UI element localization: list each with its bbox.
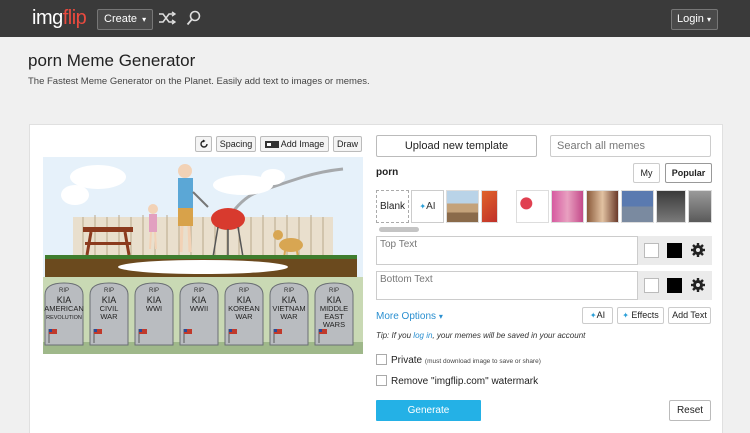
tombstone-inscription: WAR [235, 312, 253, 321]
tombstone-rip-label: RIP [149, 288, 159, 294]
private-checkbox-row[interactable]: Private (must download image to save or … [376, 354, 541, 366]
tombstone-inscription: WWII [190, 304, 208, 313]
spacing-button[interactable]: Spacing [216, 136, 256, 152]
meme-canvas[interactable]: RIP KIA AMERICAN REVOLUTION RIP KIA CIVIL WAR RI… [43, 157, 363, 354]
tombstone: RIPKIAVIETNAMWAR [269, 282, 309, 346]
template-thumbnail[interactable] [481, 190, 498, 223]
template-thumbnail[interactable] [656, 190, 686, 223]
ai-label: AI [426, 201, 436, 212]
tombstone: RIPKIAAMERICANREVOLUTION [44, 282, 84, 346]
gear-icon[interactable] [690, 277, 706, 293]
generate-button[interactable]: Generate [376, 400, 481, 421]
tombstone: RIPKIAWWII [179, 282, 219, 346]
ai-text-button[interactable]: ✦AI [582, 307, 613, 324]
page-title: porn Meme Generator [28, 51, 196, 70]
tombstone-inscription: WAR [100, 312, 118, 321]
login-tip: Tip: If you log in, your memes will be s… [376, 331, 585, 340]
login-label: Login [677, 13, 704, 25]
blank-template-button[interactable]: Blank [376, 190, 409, 223]
chevron-down-icon: ▾ [706, 15, 711, 24]
tombstone-inscription: REVOLUTION [46, 315, 82, 321]
text-color-swatch[interactable] [644, 243, 659, 258]
reset-button[interactable]: Reset [669, 400, 711, 421]
top-text-input[interactable] [376, 236, 638, 265]
rotate-icon [199, 139, 208, 148]
page-subtitle: The Fastest Meme Generator on the Planet… [28, 76, 370, 87]
tombstone-rip-label: RIP [284, 288, 294, 294]
tombstone: RIPKIAWWI [134, 282, 174, 346]
imgflip-logo[interactable]: imgflip [32, 7, 87, 30]
ai-label: AI [596, 310, 606, 320]
more-options-label: More Options [376, 311, 437, 322]
shuffle-icon[interactable] [158, 11, 176, 25]
template-thumbnail[interactable] [551, 190, 584, 223]
outline-color-swatch[interactable] [667, 278, 682, 293]
image-icon [264, 141, 279, 148]
upload-template-button[interactable]: Upload new template [376, 135, 537, 157]
tombstone: RIPKIACIVILWAR [89, 282, 129, 346]
logo-text-flip: flip [62, 7, 87, 29]
remove-watermark-checkbox[interactable] [376, 375, 387, 386]
tip-prefix: Tip: If you [376, 331, 412, 340]
tombstone-inscription: WAR [280, 312, 298, 321]
chevron-down-icon: ▾ [438, 312, 443, 321]
private-checkbox[interactable] [376, 354, 387, 365]
watermark-checkbox-row[interactable]: Remove "imgflip.com" watermark [376, 375, 538, 387]
tombstone: RIPKIAMIDDLEEASTWARS [314, 282, 354, 346]
login-link[interactable]: log in [413, 331, 432, 340]
create-label: Create [104, 13, 138, 25]
private-hint: (must download image to save or share) [424, 358, 541, 365]
tombstone-rip-label: RIP [239, 288, 249, 294]
template-thumbnail[interactable] [621, 190, 654, 223]
tombstone-rip-label: RIP [104, 288, 114, 294]
create-menu-button[interactable]: Create ▾ [97, 9, 154, 30]
bottom-text-input[interactable] [376, 271, 638, 300]
top-text-row [376, 236, 712, 265]
top-nav-bar: imgflip Create ▾ Login ▾ [0, 0, 750, 37]
sparkle-icon: ✦ [622, 311, 629, 320]
tab-my[interactable]: My [633, 163, 660, 183]
search-memes-input[interactable] [550, 135, 711, 157]
search-icon[interactable] [186, 10, 201, 26]
template-thumbnail[interactable] [446, 190, 479, 223]
tombstone: RIPKIAKOREANWAR [224, 282, 264, 346]
effects-button[interactable]: ✦ Effects [617, 307, 664, 324]
rotate-button[interactable] [195, 136, 212, 152]
thumbnail-scrollbar[interactable] [379, 227, 419, 232]
text-color-swatch[interactable] [644, 278, 659, 293]
login-menu-button[interactable]: Login ▾ [671, 9, 718, 30]
tombstone-row: RIPKIAAMERICANREVOLUTIONRIPKIACIVILWARRI… [44, 282, 354, 346]
tip-suffix: , your memes will be saved in your accou… [432, 331, 586, 340]
tab-popular[interactable]: Popular [665, 163, 712, 183]
tombstone-inscription: AMERICAN [44, 304, 84, 313]
add-text-button[interactable]: Add Text [668, 307, 711, 324]
template-thumbnail[interactable] [586, 190, 619, 223]
more-options-link[interactable]: More Options ▾ [376, 311, 443, 322]
tombstone-inscription: WWI [146, 304, 162, 313]
template-thumbnail[interactable] [688, 190, 712, 223]
sparkle-icon: ✦ [589, 311, 597, 320]
watermark-label: Remove "imgflip.com" watermark [391, 376, 539, 387]
draw-button[interactable]: Draw [333, 136, 362, 152]
ai-template-button[interactable]: ✦AI [411, 190, 444, 223]
search-query-label: porn [376, 167, 399, 178]
effects-label: Effects [631, 310, 659, 320]
add-image-button[interactable]: Add Image [260, 136, 329, 152]
template-thumbnail[interactable] [516, 190, 549, 223]
bottom-text-row [376, 271, 712, 300]
outline-color-swatch[interactable] [667, 243, 682, 258]
add-image-label: Add Image [280, 139, 325, 149]
chevron-down-icon: ▾ [142, 15, 147, 24]
meme-image: RIPKIAAMERICANREVOLUTIONRIPKIACIVILWARRI… [43, 157, 363, 354]
tombstone-rip-label: RIP [59, 288, 69, 294]
tombstone-rip-label: RIP [194, 288, 204, 294]
tombstone-inscription: WARS [323, 320, 345, 329]
tombstone-rip-label: RIP [329, 288, 339, 294]
logo-text-img: img [32, 7, 63, 29]
private-label: Private [391, 355, 423, 366]
gear-icon[interactable] [690, 242, 706, 258]
